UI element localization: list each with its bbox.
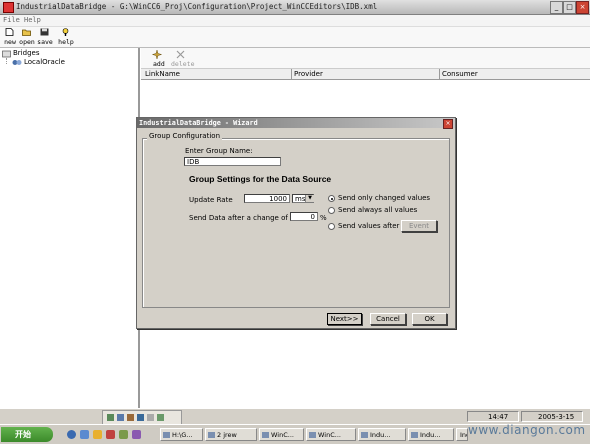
task-indu-2[interactable]: Indu... bbox=[408, 428, 454, 441]
close-button[interactable]: × bbox=[576, 1, 589, 14]
task-wincc-1-label: WinC... bbox=[271, 431, 294, 439]
help-button[interactable]: help bbox=[56, 27, 76, 47]
radio-send-after[interactable] bbox=[328, 223, 335, 230]
floppy-disk-icon bbox=[40, 28, 49, 36]
task-jrew-label: 2 jrew bbox=[217, 431, 237, 439]
task-indu-2-label: Indu... bbox=[420, 431, 441, 439]
group-name-input[interactable]: IDB bbox=[184, 157, 281, 166]
tray-edit-icon[interactable] bbox=[127, 414, 134, 421]
update-rate-label: Update Rate bbox=[189, 196, 233, 204]
send-change-label: Send Data after a change of bbox=[189, 214, 288, 222]
window-titlebar: IndustrialDataBridge - G:\WinCC6_Proj\Co… bbox=[0, 0, 590, 15]
tree-node-bridges[interactable]: Bridges bbox=[13, 49, 39, 57]
tree-node-localoracle[interactable]: LocalOracle bbox=[24, 58, 65, 66]
add-sparkle-icon bbox=[152, 50, 162, 59]
task-explorer[interactable]: H:\G... bbox=[160, 428, 203, 441]
start-button[interactable]: 开始 bbox=[1, 427, 53, 442]
status-date: 2005-3-15 bbox=[521, 411, 583, 422]
task-wincc-2[interactable]: WinC... bbox=[306, 428, 356, 441]
quicklaunch-app-icon[interactable] bbox=[119, 430, 128, 439]
next-button[interactable]: Next>> bbox=[327, 313, 362, 325]
tray-app-icon[interactable] bbox=[107, 414, 114, 421]
update-rate-input[interactable]: 1000 bbox=[244, 194, 290, 203]
dialog-titlebar: IndustrialDataBridge - Wizard × bbox=[137, 118, 455, 129]
cancel-button[interactable]: Cancel bbox=[370, 313, 406, 325]
tray-window-icon[interactable] bbox=[117, 414, 124, 421]
task-indu-3[interactable]: Indu... bbox=[456, 428, 468, 441]
task-wincc-2-label: WinC... bbox=[318, 431, 341, 439]
menubar: File Help bbox=[0, 15, 590, 27]
help-icon bbox=[62, 28, 69, 36]
column-consumer[interactable]: Consumer bbox=[442, 70, 478, 78]
group-configuration-label: Group Configuration bbox=[147, 132, 223, 140]
delete-button[interactable]: delete bbox=[171, 49, 195, 68]
group-name-label: Enter Group Name: bbox=[185, 147, 253, 155]
ok-button[interactable]: OK bbox=[412, 313, 447, 325]
column-provider[interactable]: Provider bbox=[294, 70, 323, 78]
add-label: add bbox=[153, 60, 165, 68]
bridges-folder-icon bbox=[2, 50, 11, 58]
task-jrew[interactable]: 2 jrew bbox=[205, 428, 257, 441]
radio-send-all[interactable] bbox=[328, 207, 335, 214]
quicklaunch-ie-icon[interactable] bbox=[67, 430, 76, 439]
save-button[interactable]: save bbox=[35, 27, 55, 47]
radio-send-changed[interactable] bbox=[328, 195, 335, 202]
window-title: IndustrialDataBridge - G:\WinCC6_Proj\Co… bbox=[16, 2, 378, 11]
chevron-down-icon[interactable]: ▼ bbox=[305, 195, 314, 202]
delete-x-icon bbox=[176, 50, 185, 59]
status-time: 14:47 bbox=[467, 411, 519, 422]
start-label: 开始 bbox=[15, 430, 31, 439]
wizard-dialog: IndustrialDataBridge - Wizard × Group Co… bbox=[136, 117, 456, 329]
quicklaunch-media-icon[interactable] bbox=[106, 430, 115, 439]
event-button[interactable]: Event bbox=[401, 220, 437, 232]
links-column-header: LinkName Provider Consumer bbox=[141, 69, 590, 80]
menu-help[interactable]: Help bbox=[24, 16, 41, 24]
minimize-button[interactable]: _ bbox=[550, 1, 563, 14]
new-file-icon bbox=[5, 28, 14, 36]
dialog-close-button[interactable]: × bbox=[443, 119, 453, 129]
watermark: www.diangon.com bbox=[468, 423, 586, 437]
task-indu-3-label: Indu... bbox=[460, 431, 467, 439]
settings-heading: Group Settings for the Data Source bbox=[189, 174, 332, 184]
menu-file[interactable]: File bbox=[3, 16, 20, 24]
bridge-node-icon bbox=[12, 60, 22, 65]
main-toolbar: new open save help bbox=[0, 27, 590, 48]
column-linkname[interactable]: LinkName bbox=[145, 70, 180, 78]
radio-send-all-label: Send always all values bbox=[338, 206, 418, 214]
maximize-button[interactable]: □ bbox=[563, 1, 576, 14]
tray-shield-icon[interactable] bbox=[137, 414, 144, 421]
tray-help-icon[interactable] bbox=[147, 414, 154, 421]
tray-arrow-icon[interactable] bbox=[157, 414, 164, 421]
open-folder-icon bbox=[22, 29, 31, 36]
quicklaunch-desktop-icon[interactable] bbox=[80, 430, 89, 439]
bridge-tree: Bridges LocalOracle bbox=[0, 48, 140, 408]
task-explorer-label: H:\G... bbox=[172, 431, 193, 439]
quicklaunch-app2-icon[interactable] bbox=[132, 430, 141, 439]
task-indu-1[interactable]: Indu... bbox=[358, 428, 406, 441]
tray-toolbar bbox=[102, 410, 182, 425]
open-button[interactable]: open bbox=[17, 27, 37, 47]
update-rate-unit-select[interactable]: ms ▼ bbox=[292, 194, 314, 203]
add-button[interactable]: add bbox=[149, 49, 165, 68]
dialog-title: IndustrialDataBridge - Wizard bbox=[139, 119, 258, 127]
save-label: save bbox=[37, 38, 53, 46]
send-change-unit: % bbox=[320, 214, 327, 222]
open-label: open bbox=[19, 38, 35, 46]
help-label: help bbox=[58, 38, 74, 46]
radio-send-after-label: Send values after bbox=[338, 222, 400, 230]
send-change-input[interactable]: 0 bbox=[290, 212, 318, 221]
app-logo-icon bbox=[3, 2, 14, 13]
quicklaunch-folder-icon[interactable] bbox=[93, 430, 102, 439]
task-wincc-1[interactable]: WinC... bbox=[259, 428, 304, 441]
update-rate-unit-value: ms bbox=[295, 195, 306, 203]
delete-label: delete bbox=[171, 60, 195, 68]
radio-send-changed-label: Send only changed values bbox=[338, 194, 431, 202]
links-toolbar: add delete bbox=[141, 48, 590, 69]
task-indu-1-label: Indu... bbox=[370, 431, 391, 439]
